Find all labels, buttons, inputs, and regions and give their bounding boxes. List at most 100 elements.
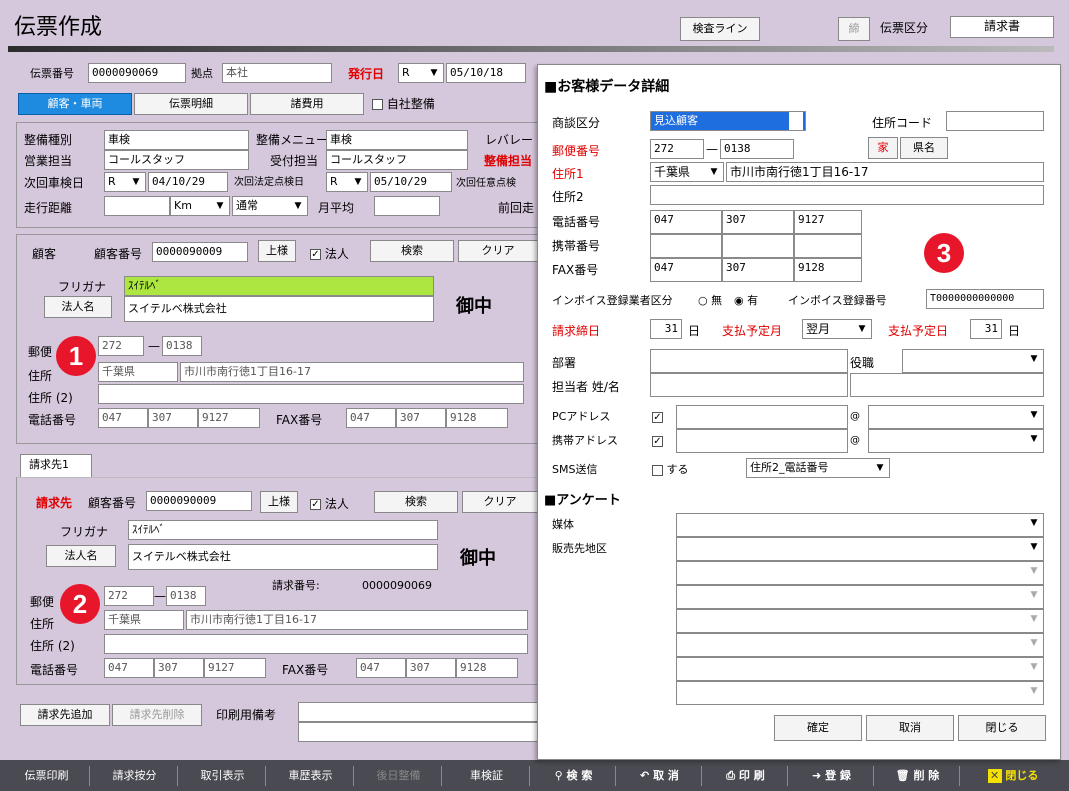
- billing-postal1[interactable]: 272: [104, 586, 154, 606]
- delete-billing-button[interactable]: 請求先削除: [112, 704, 202, 726]
- print-note-field-1[interactable]: [298, 702, 538, 722]
- billing-furigana-field[interactable]: ｽｲﾃﾙﾍﾞ: [128, 520, 438, 540]
- confirm-button[interactable]: 確定: [774, 715, 862, 741]
- tab-customer-vehicle[interactable]: 顧客・車両: [18, 93, 132, 115]
- survey-select-5[interactable]: [676, 609, 1044, 633]
- billing-address-field[interactable]: 市川市南行徳1丁目16-17: [186, 610, 528, 630]
- sms-checkbox[interactable]: する: [652, 462, 689, 478]
- invoice-reg-field[interactable]: T0000000000000: [926, 289, 1044, 309]
- detail-pref-select[interactable]: 千葉県: [650, 162, 724, 182]
- contact-last-name[interactable]: [650, 373, 848, 397]
- customer-upper-button[interactable]: 上様: [258, 240, 296, 262]
- delete-toolbar-button[interactable]: 🗑 削 除: [876, 766, 960, 786]
- customer-search-button[interactable]: 検索: [370, 240, 454, 262]
- billing-no-field[interactable]: 0000090009: [146, 491, 252, 511]
- survey-select-2[interactable]: [676, 537, 1044, 561]
- billing-phone-2[interactable]: 307: [154, 658, 204, 678]
- lock-button[interactable]: 締: [838, 17, 870, 41]
- home-button[interactable]: 家: [868, 137, 898, 159]
- register-toolbar-button[interactable]: ➜ 登 録: [790, 766, 874, 786]
- pay-month-select[interactable]: 翌月: [802, 319, 872, 339]
- mobile-1[interactable]: [650, 234, 722, 258]
- billing-name-field[interactable]: スイテルベ株式会社: [128, 544, 438, 570]
- billing-address2-field[interactable]: [104, 634, 528, 654]
- billing-fax-1[interactable]: 047: [356, 658, 406, 678]
- customer-phone-3[interactable]: 9127: [198, 408, 260, 428]
- billing-split-button[interactable]: 請求按分: [92, 766, 178, 786]
- contact-first-name[interactable]: [850, 373, 1044, 397]
- survey-select-7[interactable]: [676, 657, 1044, 681]
- customer-pref-field[interactable]: 千葉県: [98, 362, 178, 382]
- customer-name-field[interactable]: スイテルベ株式会社: [124, 296, 434, 322]
- survey-select-8[interactable]: [676, 681, 1044, 705]
- base-field[interactable]: 本社: [222, 63, 332, 83]
- detail-fax-3[interactable]: 9128: [794, 258, 862, 282]
- tab-slip-detail[interactable]: 伝票明細: [134, 93, 248, 115]
- sms-target-select[interactable]: 住所2_電話番号: [746, 458, 890, 478]
- sales-staff-field[interactable]: コールスタッフ: [104, 150, 249, 170]
- tab-billing-1[interactable]: 請求先1: [20, 454, 92, 478]
- pc-address-domain[interactable]: [868, 405, 1044, 429]
- detail-fax-1[interactable]: 047: [650, 258, 722, 282]
- mobile-address-local[interactable]: [676, 429, 848, 453]
- billing-search-button[interactable]: 検索: [374, 491, 458, 513]
- transaction-view-button[interactable]: 取引表示: [180, 766, 266, 786]
- prefecture-button[interactable]: 県名: [900, 137, 948, 159]
- reception-staff-field[interactable]: コールスタッフ: [326, 150, 468, 170]
- customer-fax-1[interactable]: 047: [346, 408, 396, 428]
- survey-select-4[interactable]: [676, 585, 1044, 609]
- mobile-address-domain[interactable]: [868, 429, 1044, 453]
- slip-no-field[interactable]: 0000090069: [88, 63, 186, 83]
- mileage-field[interactable]: [104, 196, 170, 216]
- inspection-line-button[interactable]: 検査ライン: [680, 17, 760, 41]
- billing-upper-button[interactable]: 上様: [260, 491, 298, 513]
- mobile-3[interactable]: [794, 234, 862, 258]
- survey-select-6[interactable]: [676, 633, 1044, 657]
- detail-postal1[interactable]: 272: [650, 139, 704, 159]
- pay-day-field[interactable]: 31: [970, 319, 1002, 339]
- slip-type-value[interactable]: 請求書: [950, 16, 1054, 38]
- billing-clear-button[interactable]: クリア: [462, 491, 538, 513]
- survey-select-1[interactable]: [676, 513, 1044, 537]
- invoice-radio-none[interactable]: ○ 無: [698, 293, 722, 309]
- next-legal-date[interactable]: 05/10/29: [370, 172, 452, 192]
- detail-postal2[interactable]: 0138: [720, 139, 794, 159]
- cancel-toolbar-button[interactable]: ↶ 取 消: [618, 766, 702, 786]
- maint-menu-field[interactable]: 車検: [326, 130, 468, 150]
- next-inspection-date[interactable]: 04/10/29: [148, 172, 228, 192]
- close-button[interactable]: 閉じる: [958, 715, 1046, 741]
- issue-era-select[interactable]: R: [398, 63, 444, 83]
- billing-phone-3[interactable]: 9127: [204, 658, 266, 678]
- closing-day-field[interactable]: 31: [650, 319, 682, 339]
- slip-print-button[interactable]: 伝票印刷: [4, 766, 90, 786]
- job-title-select[interactable]: [902, 349, 1044, 373]
- add-billing-button[interactable]: 請求先追加: [20, 704, 110, 726]
- vehicle-cert-button[interactable]: 車検証: [444, 766, 530, 786]
- customer-clear-button[interactable]: クリア: [458, 240, 538, 262]
- print-toolbar-button[interactable]: ⎙ 印 刷: [704, 766, 788, 786]
- customer-postal2[interactable]: 0138: [162, 336, 202, 356]
- customer-furigana-field[interactable]: ｽｲﾃﾙﾍﾞ: [124, 276, 434, 296]
- address-code-field[interactable]: [946, 111, 1044, 131]
- maint-type-field[interactable]: 車検: [104, 130, 249, 150]
- issue-date-field[interactable]: 05/10/18: [446, 63, 526, 83]
- invoice-radio-yes[interactable]: ◉ 有: [734, 293, 758, 309]
- department-field[interactable]: [650, 349, 848, 373]
- pc-address-local[interactable]: [676, 405, 848, 429]
- billing-corp-checkbox[interactable]: ✓ 法人: [310, 496, 349, 512]
- mileage-mode-select[interactable]: 通常: [232, 196, 308, 216]
- customer-fax-2[interactable]: 307: [396, 408, 446, 428]
- mileage-unit-select[interactable]: Km: [170, 196, 230, 216]
- next-legal-era[interactable]: R: [326, 172, 368, 192]
- close-toolbar-button[interactable]: ✕ 閉じる: [962, 766, 1064, 786]
- deal-type-select[interactable]: 見込顧客: [650, 111, 806, 131]
- customer-corp-name-button[interactable]: 法人名: [44, 296, 112, 318]
- print-note-field-2[interactable]: [298, 722, 538, 742]
- detail-phone-2[interactable]: 307: [722, 210, 794, 234]
- customer-corp-checkbox[interactable]: ✓ 法人: [310, 246, 349, 262]
- monthly-avg-field[interactable]: [374, 196, 440, 216]
- customer-address-field[interactable]: 市川市南行徳1丁目16-17: [180, 362, 524, 382]
- mobile-2[interactable]: [722, 234, 794, 258]
- vehicle-history-button[interactable]: 車歴表示: [268, 766, 354, 786]
- billing-fax-2[interactable]: 307: [406, 658, 456, 678]
